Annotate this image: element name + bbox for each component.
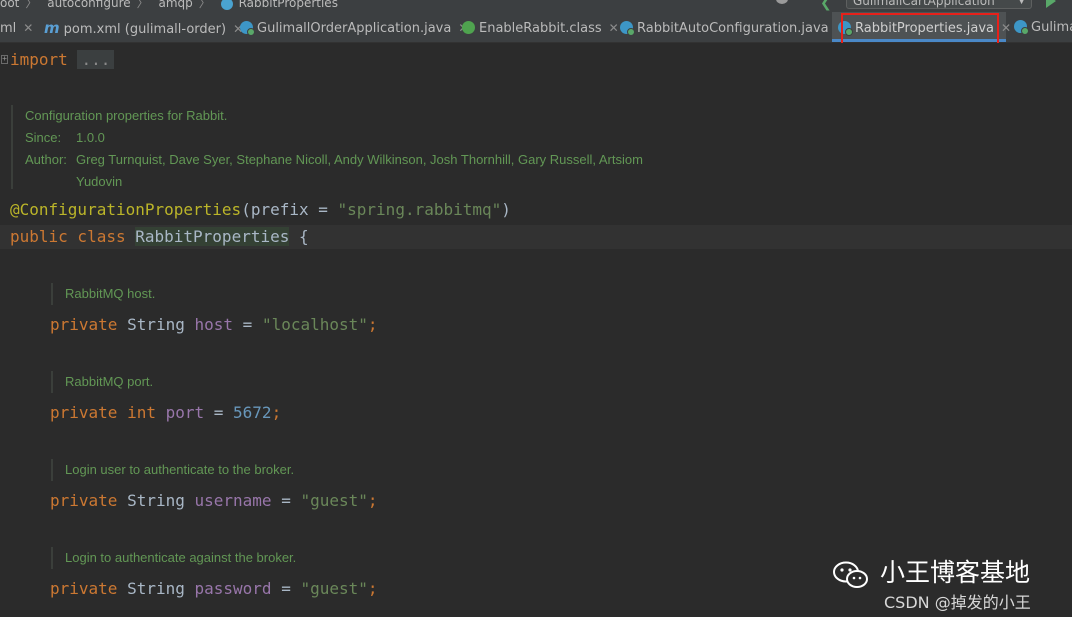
code-editor[interactable]: + import ... Configuration properties fo… bbox=[0, 43, 1072, 617]
class-icon bbox=[620, 21, 635, 36]
string-literal: "guest" bbox=[300, 491, 368, 510]
tab-rabbit-auto-configuration[interactable]: RabbitAutoConfiguration.java✕ bbox=[614, 12, 852, 42]
wechat-icon bbox=[833, 561, 868, 588]
doc-value: Greg Turnquist, Dave Syer, Stephane Nico… bbox=[76, 152, 643, 167]
breadcrumb: oot 〉 autoconfigure 〉 amqp 〉 RabbitProperti… bbox=[0, 0, 344, 11]
class-icon bbox=[1014, 20, 1029, 35]
doc-text: Login user to authenticate to the broker… bbox=[65, 462, 295, 477]
doc-text: RabbitMQ port. bbox=[65, 374, 154, 389]
highlight-annotation-box bbox=[841, 13, 999, 46]
type-name: String bbox=[127, 315, 195, 334]
code-text: = bbox=[271, 579, 301, 598]
watermark-title: 小王博客基地 bbox=[880, 558, 1031, 587]
annotation-icon bbox=[462, 21, 475, 34]
doc-author-cont: Yudovin bbox=[25, 171, 643, 193]
keyword: private bbox=[50, 579, 128, 598]
code-text: = bbox=[233, 315, 262, 334]
run-icon[interactable] bbox=[1046, 0, 1056, 8]
annotation: @ConfigurationProperties bbox=[10, 200, 242, 219]
field-doc-comment: Login user to authenticate to the broker… bbox=[51, 459, 294, 481]
tab-label: GulimallOrderApplication.java bbox=[257, 21, 452, 36]
code-text: (prefix = bbox=[241, 200, 338, 219]
type-name: String bbox=[127, 491, 195, 510]
field-name: username bbox=[194, 491, 272, 510]
user-icon[interactable] bbox=[776, 0, 788, 4]
breadcrumb-item[interactable]: oot bbox=[0, 0, 19, 10]
number-literal: 5672 bbox=[233, 403, 272, 422]
tab-label: pom.xml (gulimall-order) bbox=[63, 22, 227, 37]
breadcrumb-item[interactable]: RabbitProperties bbox=[239, 0, 338, 10]
code-line-field: private String host = "localhost"; bbox=[50, 314, 378, 336]
field-name: port bbox=[165, 403, 205, 422]
doc-author: Author: Greg Turnquist, Dave Syer, Stepha… bbox=[25, 149, 643, 171]
breadcrumb-item[interactable]: amqp bbox=[158, 0, 192, 10]
keyword: import bbox=[10, 50, 68, 69]
doc-since: Since: 1.0.0 bbox=[25, 127, 643, 149]
tab-enable-rabbit[interactable]: EnableRabbit.class ✕ bbox=[456, 12, 625, 42]
code-line-import: import ... bbox=[10, 49, 115, 71]
type-name: int bbox=[127, 403, 166, 422]
field-doc-comment: Login to authenticate against the broker… bbox=[51, 547, 296, 569]
navigation-bar: oot 〉 autoconfigure 〉 amqp 〉 RabbitProperti… bbox=[0, 0, 1072, 12]
tab-gulima[interactable]: Gulima bbox=[1008, 12, 1072, 42]
code-text: { bbox=[289, 227, 309, 246]
folded-imports[interactable]: ... bbox=[77, 50, 115, 69]
class-icon bbox=[220, 0, 233, 10]
doc-value: Yudovin bbox=[76, 174, 123, 189]
class-doc-comment: Configuration properties for Rabbit. Sin… bbox=[11, 105, 643, 189]
doc-text: Login to authenticate against the broker… bbox=[65, 550, 297, 565]
watermark-subtitle: CSDN @掉发的小王 bbox=[884, 593, 1031, 612]
chevron-down-icon: ▼ bbox=[1018, 0, 1025, 6]
doc-label: Since: bbox=[25, 130, 62, 145]
class-name: RabbitProperties bbox=[135, 227, 290, 246]
breadcrumb-item[interactable]: autoconfigure bbox=[47, 0, 130, 10]
run-configuration-label: GulimallCartApplication bbox=[853, 0, 995, 8]
code-text: ) bbox=[501, 200, 511, 219]
field-doc-comment: RabbitMQ host. bbox=[51, 283, 155, 305]
watermark: 小王博客基地 CSDN @掉发的小王 bbox=[832, 549, 1072, 617]
breadcrumb-separator: 〉 bbox=[25, 0, 38, 10]
string-literal: "spring.rabbitmq" bbox=[337, 200, 502, 219]
fold-icon[interactable]: + bbox=[1, 55, 8, 64]
doc-label: Author: bbox=[25, 152, 67, 167]
tab-label: Gulima bbox=[1031, 20, 1072, 35]
doc-value: 1.0.0 bbox=[76, 130, 105, 145]
code-line-class-declaration: public class RabbitProperties { bbox=[10, 226, 309, 248]
keyword: private bbox=[50, 315, 128, 334]
field-doc-comment: RabbitMQ port. bbox=[51, 371, 153, 393]
run-configuration-select[interactable]: GulimallCartApplication ▼ bbox=[846, 0, 1032, 9]
code-line-field: private String password = "guest"; bbox=[50, 578, 378, 600]
semicolon: ; bbox=[367, 579, 378, 598]
tab-pom-xml[interactable]: m pom.xml (gulimall-order) ✕ bbox=[38, 12, 249, 42]
keyword: private bbox=[50, 403, 128, 422]
class-icon bbox=[240, 21, 255, 36]
field-name: host bbox=[194, 315, 234, 334]
breadcrumb-separator: 〉 bbox=[136, 0, 149, 10]
type-name: String bbox=[127, 579, 195, 598]
tab-gulimall-order-application[interactable]: GulimallOrderApplication.java✕ bbox=[234, 12, 474, 42]
code-text: = bbox=[204, 403, 234, 422]
code-line-field: private String username = "guest"; bbox=[50, 490, 378, 512]
semicolon: ; bbox=[271, 403, 282, 422]
code-line-field: private int port = 5672; bbox=[50, 402, 281, 424]
tab-label: EnableRabbit.class bbox=[479, 21, 602, 36]
close-icon[interactable]: ✕ bbox=[23, 21, 33, 35]
semicolon: ; bbox=[367, 491, 378, 510]
back-arrow-icon[interactable]: ❮ bbox=[820, 0, 832, 11]
code-line-annotation: @ConfigurationProperties(prefix = "sprin… bbox=[10, 199, 511, 221]
tab-label: ml bbox=[0, 21, 17, 36]
string-literal: "guest" bbox=[300, 579, 368, 598]
tab-label: RabbitAutoConfiguration.java bbox=[637, 21, 829, 36]
tab-ml[interactable]: ml ✕ bbox=[0, 12, 39, 42]
keyword: private bbox=[50, 491, 128, 510]
field-name: password bbox=[194, 579, 272, 598]
string-literal: "localhost" bbox=[261, 315, 368, 334]
maven-icon: m bbox=[44, 19, 60, 37]
doc-text: RabbitMQ host. bbox=[65, 286, 156, 301]
doc-text: Configuration properties for Rabbit. bbox=[25, 108, 228, 123]
code-text: = bbox=[271, 491, 301, 510]
breadcrumb-separator: 〉 bbox=[198, 0, 211, 10]
keyword: public class bbox=[10, 227, 136, 246]
semicolon: ; bbox=[367, 315, 378, 334]
